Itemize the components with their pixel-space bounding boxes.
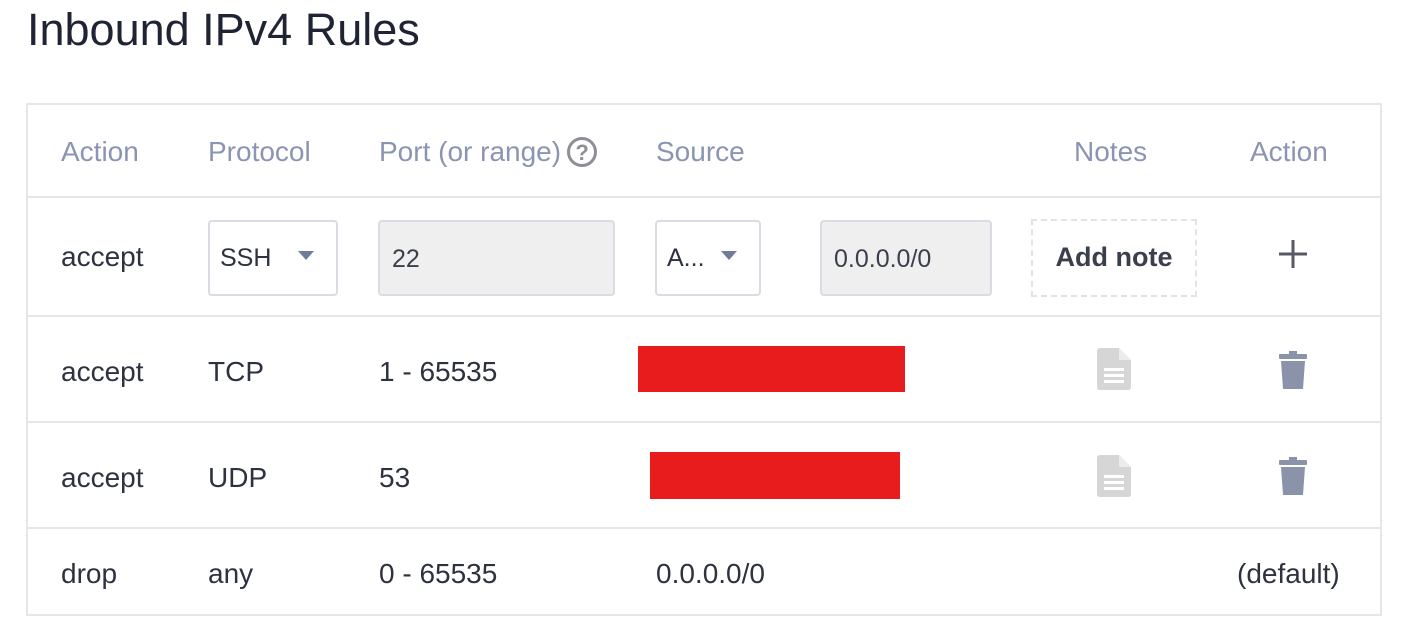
add-note-button[interactable]: Add note <box>1031 219 1197 297</box>
port-input-value: 22 <box>392 245 420 273</box>
source-cidr-input[interactable]: 0.0.0.0/0 <box>820 220 992 296</box>
trash-icon[interactable] <box>1279 457 1307 495</box>
row-action: accept <box>61 462 144 493</box>
header-port: Port (or range)? <box>379 135 598 169</box>
plus-icon[interactable] <box>1278 239 1308 269</box>
row-port: 1 - 65535 <box>379 356 498 387</box>
row-protocol: any <box>208 558 254 589</box>
document-icon[interactable] <box>1097 348 1131 390</box>
help-icon[interactable]: ? <box>567 136 598 167</box>
inbound-rules-table: Action Protocol Port (or range)? Source … <box>26 103 1382 616</box>
chevron-down-icon <box>298 251 314 260</box>
table-row: accept TCP 1 - 65535 <box>28 317 1380 421</box>
port-input[interactable]: 22 <box>378 220 615 296</box>
header-notes: Notes <box>1074 136 1148 167</box>
header-action-col: Action <box>1250 136 1328 167</box>
row-port: 53 <box>379 462 411 493</box>
row-port: 0 - 65535 <box>379 558 498 589</box>
new-rule-row: accept SSH 22 A... 0.0.0.0/0 Add note <box>28 198 1380 315</box>
header-port-label: Port (or range) <box>379 136 562 167</box>
trash-icon[interactable] <box>1279 351 1307 389</box>
header-protocol: Protocol <box>208 136 311 167</box>
row-default-label: (default) <box>1237 558 1340 589</box>
row-action: drop <box>61 558 118 589</box>
row-protocol: UDP <box>208 462 268 493</box>
row-protocol: TCP <box>208 356 264 387</box>
protocol-select-value: SSH <box>220 244 272 272</box>
table-header-row: Action Protocol Port (or range)? Source … <box>28 105 1380 197</box>
header-action: Action <box>61 136 139 167</box>
table-row: accept UDP 53 <box>28 423 1380 527</box>
source-redacted <box>650 452 900 499</box>
page-title: Inbound IPv4 Rules <box>27 4 420 55</box>
source-select-value: A... <box>667 244 705 272</box>
new-rule-action: accept <box>61 241 144 272</box>
row-source: 0.0.0.0/0 <box>656 558 765 589</box>
source-cidr-value: 0.0.0.0/0 <box>834 245 932 273</box>
source-redacted <box>638 346 905 392</box>
table-row: drop any 0 - 65535 0.0.0.0/0 (default) <box>28 529 1380 614</box>
row-action: accept <box>61 356 144 387</box>
chevron-down-icon <box>721 251 737 260</box>
protocol-select[interactable]: SSH <box>208 220 338 296</box>
source-select[interactable]: A... <box>655 220 761 296</box>
document-icon[interactable] <box>1097 455 1131 497</box>
header-source: Source <box>656 136 745 167</box>
